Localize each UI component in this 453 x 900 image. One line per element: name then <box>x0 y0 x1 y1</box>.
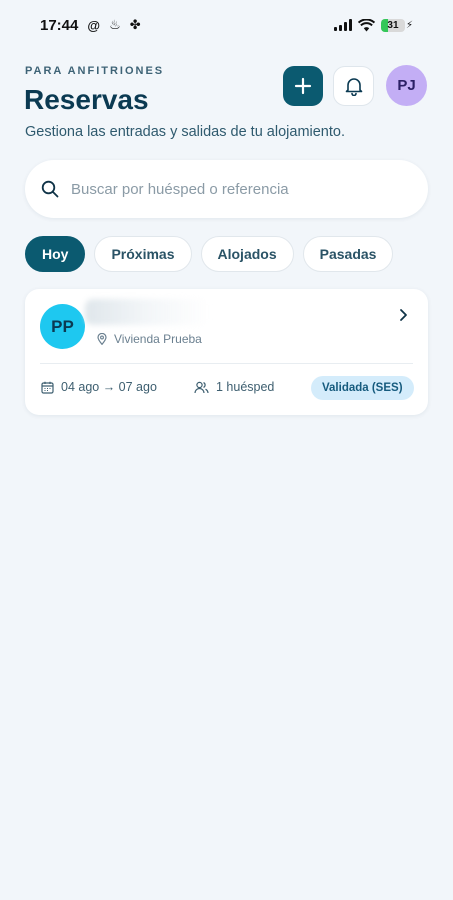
status-badge: Validada (SES) <box>311 376 414 400</box>
charging-icon: ⚡ <box>405 19 413 31</box>
calendar-icon <box>41 381 54 394</box>
bell-icon <box>345 78 362 96</box>
property-location: Vivienda Prueba <box>97 332 202 346</box>
battery-icon: 31 ⚡ <box>380 18 413 32</box>
page-subtitle: Gestiona las entradas y salidas de tu al… <box>25 124 345 140</box>
status-time: 17:44 <box>40 16 79 34</box>
signal-icon <box>333 19 352 31</box>
tab-hoy[interactable]: Hoy <box>25 236 86 272</box>
status-left: 17:44 @ ♨ ✤ <box>40 17 141 34</box>
status-right: 31 ⚡ <box>333 18 413 32</box>
guest-avatar: PP <box>40 304 85 349</box>
property-name: Vivienda Prueba <box>114 332 202 346</box>
guest-name-blurred <box>85 299 210 325</box>
search-bar[interactable] <box>25 160 428 218</box>
battery-level: 31 <box>387 19 399 31</box>
page-title: Reservas <box>24 84 149 115</box>
user-avatar[interactable]: PJ <box>386 65 427 106</box>
search-input[interactable] <box>71 180 401 198</box>
header-eyebrow: PARA ANFITRIONES <box>25 65 165 77</box>
guests-text: 1 huésped <box>216 380 275 394</box>
wifi-icon <box>357 18 375 31</box>
flame-icon: ♨ <box>109 17 121 32</box>
plus-icon <box>294 77 312 95</box>
card-divider <box>40 363 413 364</box>
tab-pasadas[interactable]: Pasadas <box>302 236 394 272</box>
filter-tabs: Hoy Próximas Alojados Pasadas <box>25 236 394 272</box>
dates-text: 04 ago → 07 ago <box>61 380 157 394</box>
location-pin-icon <box>97 333 107 345</box>
add-reservation-button[interactable] <box>283 66 323 106</box>
threads-icon: @ <box>87 17 101 33</box>
users-icon <box>194 381 209 393</box>
chevron-right-icon[interactable] <box>396 307 410 323</box>
tab-alojados[interactable]: Alojados <box>200 236 294 272</box>
fan-icon: ✤ <box>129 17 141 32</box>
tab-proximas[interactable]: Próximas <box>94 236 192 272</box>
reservation-dates: 04 ago → 07 ago <box>41 380 157 394</box>
notifications-button[interactable] <box>333 66 374 106</box>
guest-count: 1 huésped <box>194 380 274 394</box>
search-icon <box>39 178 61 200</box>
reservation-card[interactable]: PP Vivienda Prueba 04 ago → 07 ago 1 hué… <box>25 289 428 415</box>
status-bar: 17:44 @ ♨ ✤ 31 ⚡ <box>0 0 453 50</box>
